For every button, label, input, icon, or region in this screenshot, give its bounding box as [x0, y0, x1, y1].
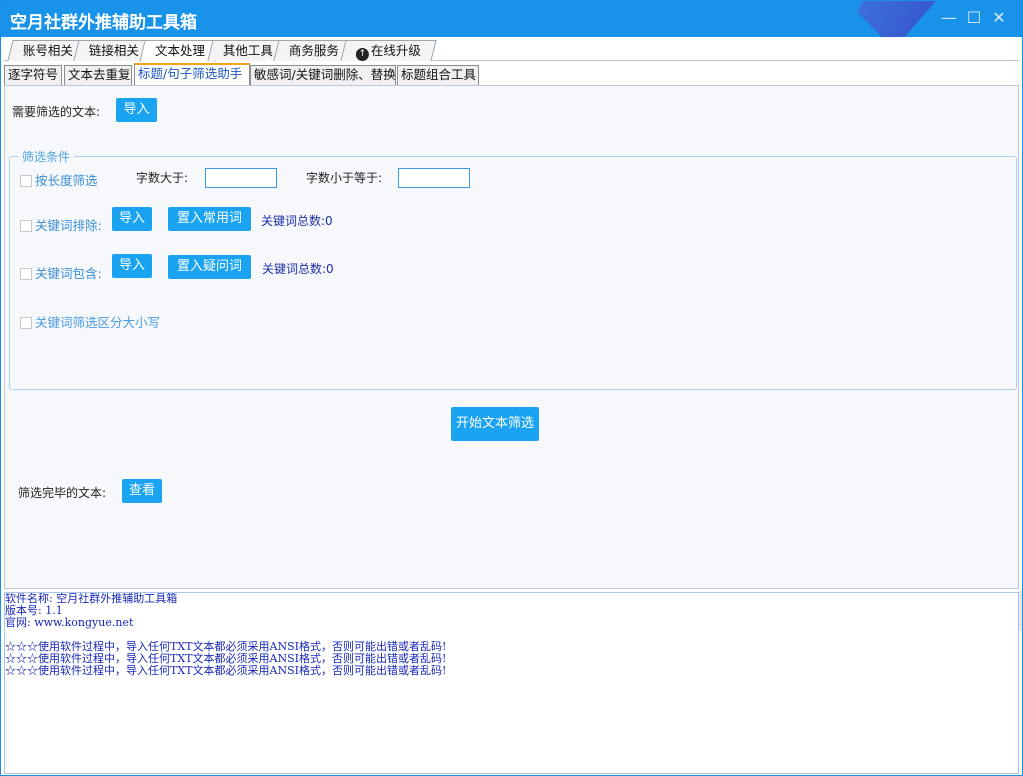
tab-online-upgrade[interactable]: ↑ 在线升级	[340, 40, 437, 61]
keyword-exclude-label: 关键词排除:	[35, 218, 102, 233]
title-bar[interactable]: 空月社群外推辅助工具箱 — ☐ ✕	[1, 1, 1022, 37]
min-length-label: 字数大于:	[136, 171, 189, 185]
log-line: 软件名称: 空月社群外推辅助工具箱	[5, 592, 178, 605]
length-filter-checkbox[interactable]: 按长度筛选	[20, 170, 98, 189]
subtab-title-filter[interactable]: 标题/句子筛选助手	[134, 63, 250, 85]
result-text-label: 筛选完毕的文本:	[18, 486, 107, 500]
tab-account-label: 账号相关	[22, 43, 73, 58]
keyword-include-label: 关键词包含:	[35, 266, 102, 281]
maximize-icon[interactable]: ☐	[963, 7, 985, 29]
exclude-count: 关键词总数:0	[261, 212, 333, 229]
filter-conditions-group: 筛选条件 按长度筛选 字数大于: 字数小于等于: 关键词排除: 导入 置入常用词…	[9, 148, 1017, 390]
log-line: 官网: www.kongyue.net	[5, 616, 134, 629]
window-title: 空月社群外推辅助工具箱	[10, 13, 197, 33]
titlebar-decoration	[846, 1, 936, 37]
length-filter-label: 按长度筛选	[35, 173, 98, 188]
app-window: 空月社群外推辅助工具箱 — ☐ ✕ 账号相关 链接相关 文本处理 其他工具 商务…	[0, 0, 1023, 776]
log-line: 版本号: 1.1	[5, 604, 63, 617]
keyword-include-import-button[interactable]: 导入	[112, 254, 152, 278]
start-filter-button[interactable]: 开始文本筛选	[451, 407, 539, 441]
exclude-count-value: 0	[325, 214, 333, 228]
filter-conditions-title: 筛选条件	[18, 148, 75, 165]
insert-question-words-button[interactable]: 置入疑问词	[168, 255, 251, 279]
keyword-exclude-import-button[interactable]: 导入	[112, 207, 152, 231]
view-result-button[interactable]: 查看	[122, 479, 162, 503]
case-sensitive-label: 关键词筛选区分大小写	[35, 315, 161, 330]
include-count-label: 关键词总数:	[262, 262, 327, 276]
subtab-keyword-replace[interactable]: 敏感词/关键词删除、替换	[250, 65, 396, 85]
log-scrollbar[interactable]	[1019, 591, 1022, 631]
log-textarea[interactable]: 软件名称: 空月社群外推辅助工具箱 版本号: 1.1 官网: www.kongy…	[4, 592, 1019, 774]
include-count-value: 0	[326, 262, 334, 276]
keyword-exclude-checkbox[interactable]: 关键词排除:	[20, 215, 102, 234]
tab-business-label: 商务服务	[288, 43, 339, 58]
close-icon[interactable]: ✕	[988, 7, 1010, 29]
keyword-include-checkbox[interactable]: 关键词包含:	[20, 263, 102, 282]
subtab-dedupe[interactable]: 文本去重复	[64, 65, 132, 85]
max-length-input[interactable]	[398, 168, 470, 188]
import-text-label: 需要筛选的文本:	[12, 105, 101, 119]
min-length-input[interactable]	[205, 168, 277, 188]
exclude-count-label: 关键词总数:	[261, 214, 326, 228]
tab-other-tools-label: 其他工具	[222, 43, 273, 58]
tab-links-label: 链接相关	[88, 43, 139, 58]
tab-text-processing-label: 文本处理	[155, 43, 206, 58]
subtab-title-combine[interactable]: 标题组合工具	[397, 65, 479, 85]
include-count: 关键词总数:0	[262, 260, 334, 277]
filter-panel: 需要筛选的文本: 导入 筛选条件 按长度筛选 字数大于: 字数小于等于: 关键词…	[4, 85, 1019, 589]
log-line: ☆☆☆使用软件过程中，导入任何TXT文本都必须采用ANSI格式，否则可能出错或者…	[5, 664, 447, 677]
insert-common-words-button[interactable]: 置入常用词	[168, 207, 251, 231]
max-length-label: 字数小于等于:	[306, 171, 383, 185]
tab-online-upgrade-label: 在线升级	[370, 43, 421, 58]
checkbox-box[interactable]	[20, 220, 32, 232]
main-tab-bar: 账号相关 链接相关 文本处理 其他工具 商务服务 ↑ 在线升级	[4, 39, 1019, 62]
upload-icon: ↑	[355, 48, 369, 61]
minimize-icon[interactable]: —	[938, 7, 960, 29]
checkbox-box[interactable]	[20, 175, 32, 187]
sub-tab-bar: 逐字符号 文本去重复 标题/句子筛选助手 敏感词/关键词删除、替换 标题组合工具	[4, 63, 1019, 85]
subtab-char-symbol[interactable]: 逐字符号	[4, 65, 62, 85]
checkbox-box[interactable]	[20, 317, 32, 329]
case-sensitive-checkbox[interactable]: 关键词筛选区分大小写	[20, 312, 160, 331]
import-text-button[interactable]: 导入	[116, 98, 157, 122]
checkbox-box[interactable]	[20, 268, 32, 280]
